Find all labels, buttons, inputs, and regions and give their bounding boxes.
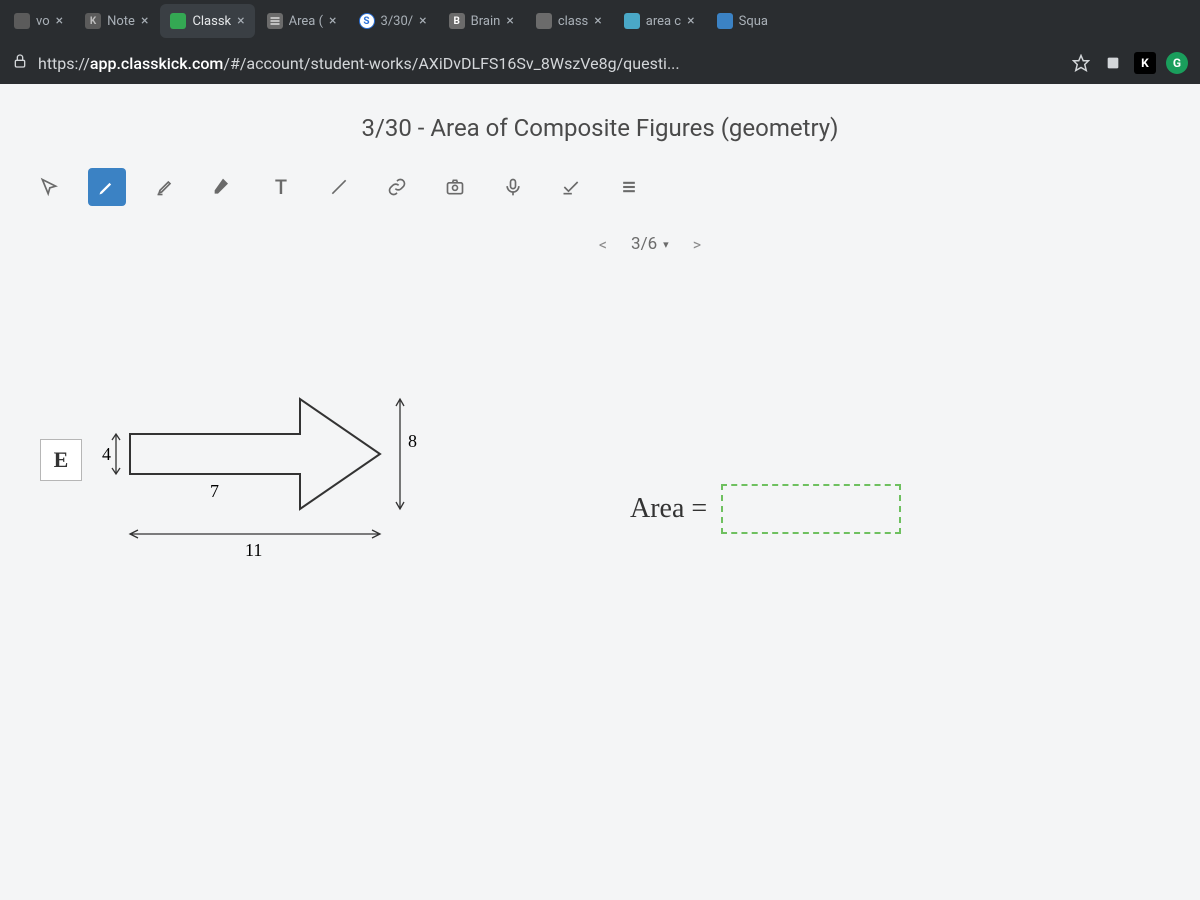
tab-title: Squa [739,14,768,29]
close-icon[interactable]: × [329,13,336,29]
next-page-button[interactable]: > [693,235,701,254]
dim-right: 8 [408,431,417,451]
page-navigator: < 3/6 ▾ > [520,234,780,264]
close-icon[interactable]: × [141,13,148,29]
extension-k-icon[interactable]: K [1134,52,1156,74]
arrow-figure: 4 7 11 8 [100,344,420,598]
url-protocol: https:// [38,54,90,73]
browser-tab[interactable]: S 3/30/ × [349,4,437,38]
close-icon[interactable]: × [506,13,513,29]
eraser-tool[interactable] [204,168,242,206]
tab-title: area c [646,14,681,29]
tab-favicon: K [85,13,101,29]
tab-title: class [558,14,588,29]
text-tool[interactable]: T [262,168,300,206]
lock-icon [12,53,28,73]
camera-tool[interactable] [436,168,474,206]
close-icon[interactable]: × [687,13,694,29]
address-bar: https://app.classkick.com/#/account/stud… [0,42,1200,84]
close-icon[interactable]: × [237,13,244,29]
dim-bottom-inner: 7 [210,481,219,501]
browser-tab[interactable]: Squa [707,4,778,38]
tab-title: 3/30/ [381,14,414,29]
drawing-toolbar: T [0,160,1200,220]
list-icon [269,15,281,27]
browser-tab[interactable]: Area ( × [257,4,347,38]
page-content: 3/30 - Area of Composite Figures (geomet… [0,84,1200,900]
tab-title: Area ( [289,14,323,29]
worksheet-canvas[interactable]: E 4 7 11 8 [0,294,1200,694]
chevron-down-icon: ▾ [663,238,669,251]
area-label: Area = [630,493,707,525]
extension-g-icon[interactable]: G [1166,52,1188,74]
list-tool[interactable] [610,168,648,206]
browser-tab-strip: vo × K Note × Classk × Area ( × S 3/30/ … [0,0,1200,42]
cursor-tool[interactable] [30,168,68,206]
url-text[interactable]: https://app.classkick.com/#/account/stud… [38,54,1060,73]
tab-title: Classk [192,14,231,29]
prev-page-button[interactable]: < [599,235,607,254]
page-title: 3/30 - Area of Composite Figures (geomet… [0,84,1200,160]
tab-title: Note [107,14,135,29]
answer-input-box[interactable] [721,484,901,534]
area-prompt: Area = [630,484,901,534]
close-icon[interactable]: × [419,13,426,29]
tab-favicon [170,13,186,29]
dim-bottom-total: 11 [245,540,262,560]
tab-title: vo [36,14,50,29]
tab-favicon [14,13,30,29]
browser-tab[interactable]: K Note × [75,4,158,38]
browser-tab[interactable]: area c × [614,4,705,38]
mic-tool[interactable] [494,168,532,206]
tab-favicon: S [359,13,375,29]
browser-tab[interactable]: B Brain × [439,4,524,38]
extension-icon[interactable] [1102,52,1124,74]
tab-favicon [624,13,640,29]
tab-favicon [536,13,552,29]
tab-favicon: B [449,13,465,29]
line-tool[interactable] [320,168,358,206]
problem-letter: E [40,439,82,481]
page-select[interactable]: 3/6 ▾ [631,234,669,254]
link-tool[interactable] [378,168,416,206]
url-path: /#/account/student-works/AXiDvDLFS16Sv_8… [223,54,679,73]
tab-title: Brain [471,14,501,29]
close-icon[interactable]: × [594,13,601,29]
browser-tab[interactable]: class × [526,4,612,38]
tab-favicon [267,13,283,29]
page-indicator: 3/6 [631,234,657,254]
highlighter-tool[interactable] [146,168,184,206]
favorite-icon[interactable] [1070,52,1092,74]
tab-favicon [717,13,733,29]
check-tool[interactable] [552,168,590,206]
url-host: app.classkick.com [90,54,224,73]
browser-tab[interactable]: vo × [4,4,73,38]
close-icon[interactable]: × [56,13,63,29]
pen-tool[interactable] [88,168,126,206]
dim-left: 4 [102,444,111,464]
browser-tab-active[interactable]: Classk × [160,4,254,38]
